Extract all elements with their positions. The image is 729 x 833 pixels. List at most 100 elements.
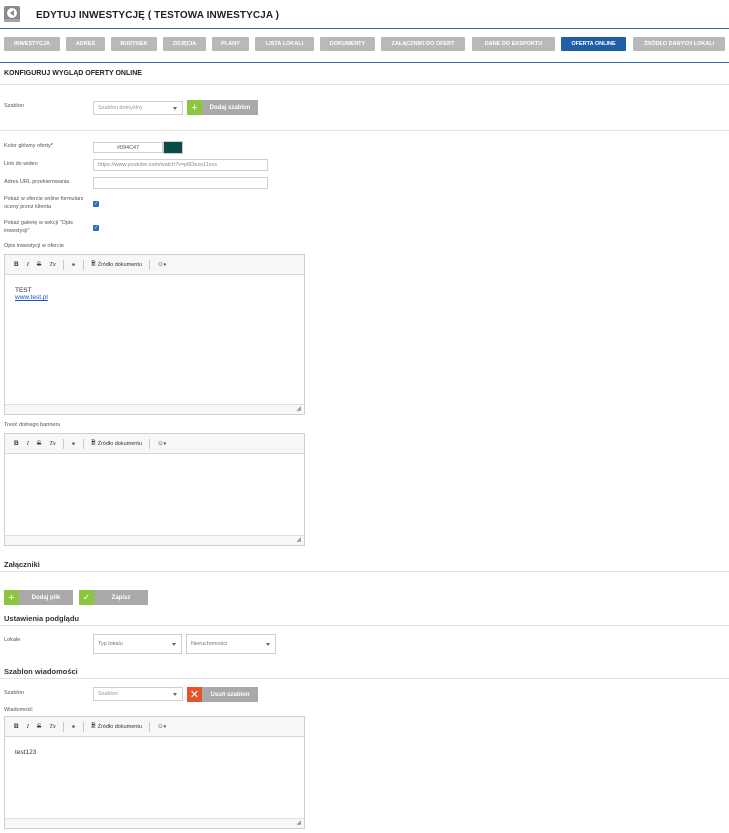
chevron-down-icon: ▾ [163, 440, 167, 447]
clear-format-button[interactable]: Tx [46, 440, 59, 447]
chevron-down-icon [172, 643, 176, 646]
tab-plany[interactable]: PLANY [212, 37, 249, 51]
tab-oferta-online[interactable]: OFERTA ONLINE [561, 37, 626, 51]
show-gallery-label: Pokaż galerię w sekcji "Opis inwestycji" [4, 220, 73, 234]
config-section-title: KONFIGURUJ WYGLĄD OFERTY ONLINE [4, 70, 142, 77]
smiley-icon: ☺ [156, 440, 164, 447]
property-placeholder: Nieruchomości [191, 641, 228, 647]
preview-title: Ustawienia podglądu [4, 614, 80, 623]
message-template-select[interactable]: Szablon [93, 687, 183, 701]
chevron-down-icon: ▾ [163, 261, 167, 268]
divider [0, 84, 729, 85]
source-button[interactable]: 🗎 Źródło dokumentu [88, 722, 145, 731]
banner-editor[interactable]: B I S Tx ⚭ 🗎 Źródło dokumentu ☺ ▾ ◢ [4, 433, 305, 546]
banner-label: Treść dolnego banneru [4, 422, 61, 428]
tab-budynek[interactable]: BUDYNEK [111, 37, 157, 51]
color-swatch[interactable] [163, 141, 183, 154]
link-icon[interactable]: ⚭ [68, 440, 79, 448]
add-file-label: Dodaj plik [31, 594, 61, 601]
premises-type-placeholder: Typ lokalu [98, 641, 123, 647]
message-editor[interactable]: B I S Tx ⚭ 🗎 Źródło dokumentu ☺ ▾ test123 … [4, 716, 305, 829]
bold-button[interactable]: B [11, 261, 22, 268]
remove-template-button[interactable]: ✕ Usuń szablon [187, 687, 258, 702]
emoji-button[interactable]: ☺ ▾ [154, 261, 169, 268]
tab-adres[interactable]: ADRES [66, 37, 105, 51]
remove-template-label: Usuń szablon [210, 691, 250, 698]
clear-format-button[interactable]: Tx [46, 261, 59, 268]
smiley-icon: ☺ [156, 723, 164, 730]
document-icon: 🗎 [91, 723, 96, 729]
show-form-checkbox[interactable]: ✓ [93, 201, 99, 207]
editor-statusbar: ◢ [5, 535, 304, 545]
source-button[interactable]: 🗎 Źródło dokumentu [88, 439, 145, 448]
message-template-label: Szablon [4, 690, 24, 696]
tab-dokumenty[interactable]: DOKUMENTY [320, 37, 375, 51]
show-gallery-checkbox[interactable]: ✓ [93, 225, 99, 231]
editor-content[interactable] [5, 454, 304, 478]
bold-button[interactable]: B [11, 440, 22, 447]
chevron-down-icon: ▾ [163, 723, 167, 730]
bold-button[interactable]: B [11, 723, 22, 730]
add-file-button[interactable]: + Dodaj plik [4, 590, 73, 605]
document-icon: 🗎 [91, 440, 96, 446]
strikethrough-button[interactable]: S [34, 723, 44, 730]
tab-zalaczniki[interactable]: ZAŁĄCZNIKI DO OFERT [381, 37, 465, 51]
template-select[interactable]: Szablon domyślny [93, 101, 183, 115]
message-template-title: Szablon wiadomości [4, 667, 78, 676]
divider [0, 130, 729, 131]
show-form-label: Pokaż w ofercie online formularz oceny p… [4, 196, 84, 210]
checkmark-icon: ✓ [79, 590, 94, 605]
link-icon[interactable]: ⚭ [68, 261, 79, 269]
redirect-url-field[interactable] [93, 177, 268, 189]
emoji-button[interactable]: ☺ ▾ [154, 440, 169, 447]
editor-toolbar: B I S Tx ⚭ 🗎 Źródło dokumentu ☺ ▾ [5, 434, 304, 454]
editor-statusbar: ◢ [5, 404, 304, 414]
close-icon: ✕ [187, 687, 202, 702]
resize-handle-icon[interactable]: ◢ [296, 536, 301, 543]
property-select[interactable]: Nieruchomości [186, 634, 276, 654]
smiley-icon: ☺ [156, 261, 164, 268]
editor-content[interactable]: TEST www.test.pl [5, 275, 304, 313]
save-button[interactable]: ✓ Zapisz [79, 590, 148, 605]
description-editor[interactable]: B I S Tx ⚭ 🗎 Źródło dokumentu ☺ ▾ TEST www… [4, 254, 305, 415]
italic-button[interactable]: I [24, 440, 32, 447]
add-template-label: Dodaj szablon [209, 104, 251, 111]
color-label: Kolor główny oferty* [4, 143, 53, 149]
add-template-button[interactable]: + Dodaj szablon [187, 100, 258, 115]
template-select-value: Szablon domyślny [98, 105, 143, 111]
tab-zdjecia[interactable]: ZDJĘCIA [163, 37, 206, 51]
content-text: TEST [15, 287, 32, 294]
back-button[interactable] [4, 6, 20, 22]
video-url-field[interactable]: https://www.youtube.com/watch?v=p6Dezo11… [93, 159, 268, 171]
video-label: Link do wideo [4, 161, 38, 167]
divider [0, 571, 729, 572]
divider [0, 678, 729, 679]
message-template-placeholder: Szablon [98, 691, 118, 697]
strikethrough-button[interactable]: S [34, 440, 44, 447]
color-input[interactable]: #094C47 [93, 142, 163, 153]
tab-lista-lokali[interactable]: LISTA LOKALI [255, 37, 314, 51]
editor-toolbar: B I S Tx ⚭ 🗎 Źródło dokumentu ☺ ▾ [5, 717, 304, 737]
save-label: Zapisz [111, 594, 131, 601]
content-link[interactable]: www.test.pl [15, 294, 294, 301]
italic-button[interactable]: I [24, 723, 32, 730]
strikethrough-button[interactable]: S [34, 261, 44, 268]
clear-format-button[interactable]: Tx [46, 723, 59, 730]
divider [0, 625, 729, 626]
back-arrow-icon [7, 8, 17, 18]
source-button[interactable]: 🗎 Źródło dokumentu [88, 260, 145, 269]
italic-button[interactable]: I [24, 261, 32, 268]
editor-content[interactable]: test123 [5, 737, 304, 768]
tab-inwestycja[interactable]: INWESTYCJA [4, 37, 60, 51]
emoji-button[interactable]: ☺ ▾ [154, 723, 169, 730]
tabs-divider [0, 62, 729, 63]
tab-dane-do-eksportu[interactable]: DANE DO EKSPORTU [472, 37, 555, 51]
chevron-down-icon [173, 693, 177, 696]
tab-zrodlo-danych-lokali[interactable]: ŹRÓDŁO DANYCH LOKALI [633, 37, 725, 51]
document-icon: 🗎 [91, 261, 96, 267]
link-icon[interactable]: ⚭ [68, 723, 79, 731]
resize-handle-icon[interactable]: ◢ [296, 819, 301, 826]
premises-type-select[interactable]: Typ lokalu [93, 634, 182, 654]
resize-handle-icon[interactable]: ◢ [296, 405, 301, 412]
attachments-title: Załączniki [4, 560, 40, 569]
